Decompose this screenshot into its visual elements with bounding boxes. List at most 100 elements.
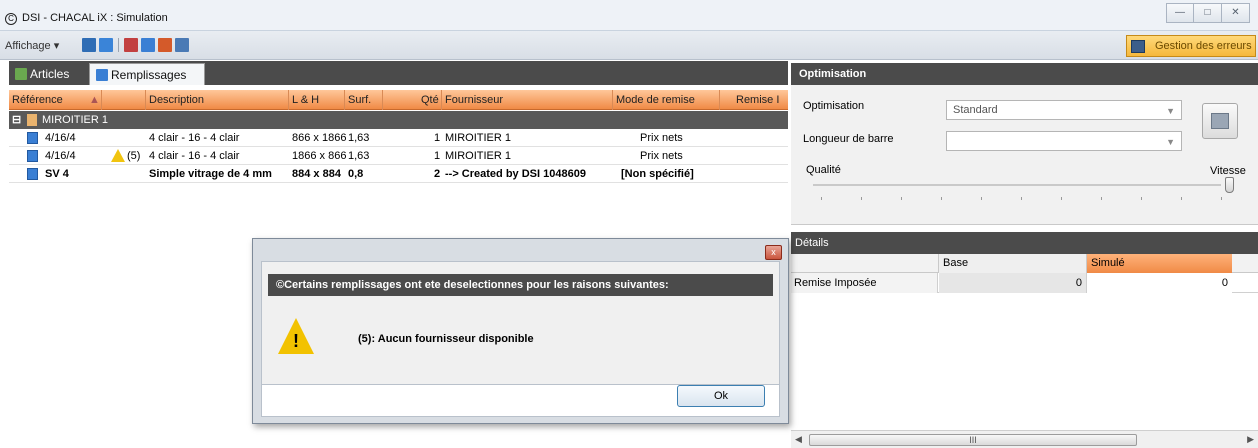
table-row[interactable]: SV 4 Simple vitrage de 4 mm 884 x 884 0,… [9,165,788,183]
cell-surf: 1,63 [348,150,370,162]
col-surf[interactable]: Surf. [348,94,371,106]
warning-dialog: x ©Certains remplissages ont ete deselec… [252,238,789,424]
optimisation-header: Optimisation [791,63,1258,85]
toolbar: Affichage ▾ Gestion des erreurs [0,31,1258,60]
cell-fournisseur: --> Created by DSI 1048609 [445,168,586,180]
col-divider [344,90,345,110]
grid-add-icon[interactable] [158,38,172,52]
col-description[interactable]: Description [149,94,204,106]
cell-flag: (5) [127,150,141,162]
export-icon[interactable] [175,38,189,52]
col-fournisseur[interactable]: Fournisseur [445,94,503,106]
maximize-icon[interactable]: □ [1194,3,1222,23]
affichage-menu[interactable]: Affichage ▾ [5,39,59,52]
sort-asc-icon: ▲ [89,94,100,106]
toolbar-icons [82,38,189,52]
col-simule[interactable]: Simulé [1086,254,1232,273]
cell-mode: [Non spécifié] [621,168,694,180]
ok-button[interactable]: Ok [677,385,765,407]
tick [1061,197,1062,200]
grid-header: Référence ▲ Description L & H Surf. Qté … [9,90,788,110]
tab-articles[interactable]: Articles [9,63,87,85]
scroll-thumb-grip: III [969,435,977,445]
quality-speed-slider[interactable] [813,184,1221,186]
tab-remplissages[interactable]: Remplissages [89,63,205,85]
optimisation-label: Optimisation [803,100,865,112]
cell-mode: Prix nets [640,132,683,144]
group-label: MIROITIER 1 [42,114,109,126]
col-divider [382,90,383,110]
chevron-down-icon: ▼ [1166,106,1175,116]
scroll-thumb[interactable]: III [809,434,1137,446]
grid-group-row[interactable]: ⊟ MIROITIER 1 [9,111,788,129]
col-remise[interactable]: Remise I [736,94,788,106]
error-list-icon [1131,40,1145,53]
tabs-strip: Articles Remplissages [9,61,788,85]
scroll-right-icon[interactable]: ▶ [1247,434,1254,445]
vitesse-label: Vitesse [1210,165,1246,177]
collapse-icon[interactable]: ⊟ [12,113,21,126]
col-divider [145,90,146,110]
dialog-close-button[interactable]: x [765,245,782,260]
tick [861,197,862,200]
longueur-select[interactable]: ▼ [946,131,1182,151]
cell-ref: 4/16/4 [45,132,76,144]
cell-lh: 866 x 1866 [292,132,347,144]
base-value: 0 [939,273,1086,293]
gestion-erreurs-label: Gestion des erreurs [1155,40,1252,52]
articles-icon [15,68,27,80]
cell-surf: 1,63 [348,132,370,144]
layout-icon[interactable] [82,38,96,52]
cell-description: 4 clair - 16 - 4 clair [149,150,240,162]
tick [1021,197,1022,200]
document-icon [27,132,38,144]
col-divider [612,90,613,110]
col-mode-remise[interactable]: Mode de remise [616,94,695,106]
layout-alt-icon[interactable] [99,38,113,52]
optimize-icon [1211,113,1229,129]
document-icon [27,168,38,180]
document-icon [27,150,38,162]
warning-icon [111,149,125,162]
close-icon[interactable]: ✕ [1222,3,1250,23]
cell-ref: 4/16/4 [45,150,76,162]
cell-qte: 1 [434,150,441,162]
details-horizontal-scrollbar[interactable]: ◀ III ▶ [791,430,1258,448]
col-simule-label: Simulé [1091,257,1125,269]
col-base[interactable]: Base [938,254,1086,273]
tick [1141,197,1142,200]
table-row[interactable]: 4/16/4 (5) 4 clair - 16 - 4 clair 1866 x… [9,147,788,165]
slider-ticks [821,197,1229,200]
col-divider [441,90,442,110]
delete-row-icon[interactable] [124,38,138,52]
import-icon[interactable] [141,38,155,52]
slider-thumb[interactable] [1225,177,1234,193]
tick [901,197,902,200]
cell-mode: Prix nets [640,150,683,162]
col-lh[interactable]: L & H [292,94,319,106]
tick [981,197,982,200]
col-qte[interactable]: Qté [421,94,439,106]
details-row[interactable]: Remise Imposée 0 0 [791,273,1258,293]
dialog-banner: ©Certains remplissages ont ete deselecti… [268,274,773,296]
optimisation-select[interactable]: Standard ▼ [946,100,1182,120]
optimize-button[interactable] [1202,103,1238,139]
gestion-erreurs-button[interactable]: Gestion des erreurs [1126,35,1256,57]
simule-value[interactable]: 0 [1086,273,1232,293]
table-row[interactable]: 4/16/4 4 clair - 16 - 4 clair 866 x 1866… [9,129,788,147]
longueur-label: Longueur de barre [803,133,894,145]
col-divider [288,90,289,110]
tick [1221,197,1222,200]
dialog-message: (5): Aucun fournisseur disponible [358,333,534,345]
minimize-icon[interactable]: — [1166,3,1194,23]
col-divider [719,90,720,110]
tick [941,197,942,200]
tick [821,197,822,200]
cell-ref: SV 4 [45,168,69,180]
tick [1101,197,1102,200]
toolbar-separator [118,38,119,52]
warning-exclamation: ! [293,331,299,351]
window-controls: — □ ✕ [1166,3,1250,23]
scroll-left-icon[interactable]: ◀ [795,434,802,445]
col-reference[interactable]: Référence [12,94,63,106]
